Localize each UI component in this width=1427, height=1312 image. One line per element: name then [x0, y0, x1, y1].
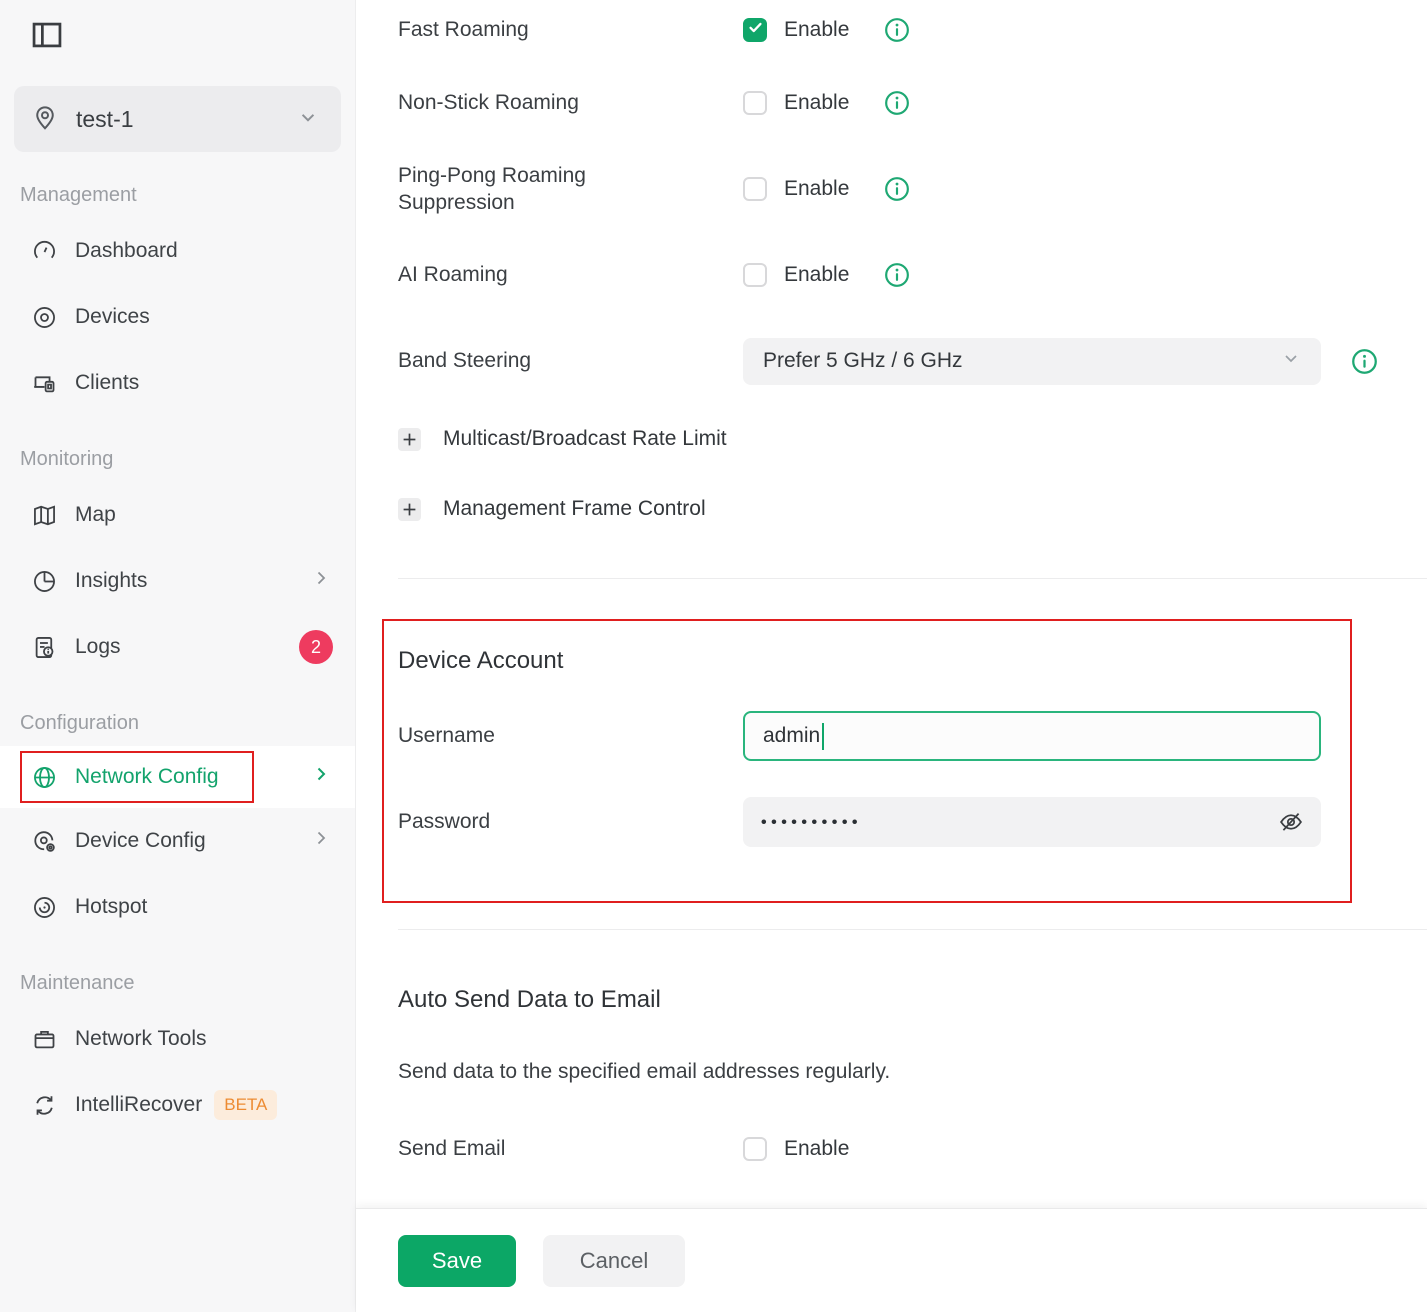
settings-form: Fast Roaming Enable Non-Stick Roaming En… — [356, 0, 1427, 1208]
info-icon[interactable] — [1351, 348, 1378, 375]
form-row-ping-pong-roaming: Ping-Pong Roaming Suppression Enable — [398, 146, 1427, 232]
send-email-label: Send Email — [398, 1135, 743, 1162]
fast-roaming-label: Fast Roaming — [398, 16, 743, 43]
form-row-ai-roaming: AI Roaming Enable — [398, 232, 1427, 318]
password-label: Password — [398, 808, 743, 835]
chevron-down-icon — [1279, 346, 1303, 376]
repeat-icon — [30, 1092, 58, 1119]
form-row-send-email: Send Email Enable — [398, 1106, 1427, 1192]
non-stick-roaming-checkbox[interactable] — [743, 91, 767, 115]
auto-send-description: Send data to the specified email address… — [398, 1060, 1427, 1084]
sidebar: test-1 Management Dashboard Devices Clie… — [0, 0, 356, 1312]
sidebar-item-intellirecover[interactable]: IntelliRecover BETA — [0, 1072, 355, 1138]
device-config-icon — [30, 828, 58, 855]
globe-icon — [30, 764, 58, 791]
divider — [398, 929, 1427, 930]
sidebar-item-map[interactable]: Map — [0, 482, 355, 548]
sidebar-item-network-tools[interactable]: Network Tools — [0, 1006, 355, 1072]
band-steering-select[interactable]: Prefer 5 GHz / 6 GHz — [743, 338, 1321, 385]
form-footer: Save Cancel — [356, 1208, 1427, 1312]
password-masked-value: •••••••••• — [761, 814, 862, 832]
red-annotation-device-account: Device Account Username admin Password •… — [382, 619, 1352, 903]
chevron-down-icon — [295, 104, 321, 135]
chevron-right-icon — [309, 826, 333, 856]
chevron-right-icon — [309, 566, 333, 596]
toolbox-icon — [30, 1026, 58, 1053]
info-icon[interactable] — [884, 262, 910, 288]
divider — [398, 578, 1427, 579]
fast-roaming-checkbox[interactable] — [743, 18, 767, 42]
location-pin-icon — [30, 102, 60, 137]
beta-badge: BETA — [214, 1090, 277, 1120]
sidebar-item-network-config[interactable]: Network Config — [0, 746, 355, 808]
form-row-password: Password •••••••••• — [398, 779, 1350, 865]
expander-multicast-rate-limit[interactable]: Multicast/Broadcast Rate Limit — [398, 404, 1427, 474]
device-account-title: Device Account — [398, 647, 1350, 675]
ai-roaming-label: AI Roaming — [398, 261, 743, 288]
site-selector[interactable]: test-1 — [14, 86, 341, 152]
enable-label: Enable — [784, 18, 884, 42]
clients-icon — [30, 370, 58, 397]
chevron-right-icon — [309, 762, 333, 792]
username-input[interactable]: admin — [743, 711, 1321, 761]
form-row-band-steering: Band Steering Prefer 5 GHz / 6 GHz — [398, 318, 1427, 404]
sidebar-toggle-icon[interactable] — [30, 37, 64, 54]
main-panel: Fast Roaming Enable Non-Stick Roaming En… — [356, 0, 1427, 1312]
auto-send-title: Auto Send Data to Email — [398, 986, 1427, 1014]
hotspot-icon — [30, 894, 58, 921]
non-stick-roaming-label: Non-Stick Roaming — [398, 89, 743, 116]
text-caret — [822, 723, 824, 750]
plus-icon[interactable] — [398, 428, 421, 451]
expander-label: Multicast/Broadcast Rate Limit — [443, 427, 727, 451]
map-icon — [30, 502, 58, 529]
logs-count-badge: 2 — [299, 630, 333, 664]
ai-roaming-checkbox[interactable] — [743, 263, 767, 287]
enable-label: Enable — [784, 263, 884, 287]
username-label: Username — [398, 722, 743, 749]
sidebar-item-clients[interactable]: Clients — [0, 350, 355, 416]
info-icon[interactable] — [884, 17, 910, 43]
ping-pong-roaming-checkbox[interactable] — [743, 177, 767, 201]
expander-management-frame-control[interactable]: Management Frame Control — [398, 474, 1427, 544]
send-email-checkbox[interactable] — [743, 1137, 767, 1161]
expander-label: Management Frame Control — [443, 497, 706, 521]
sidebar-item-device-config[interactable]: Device Config — [0, 808, 355, 874]
eye-off-icon[interactable] — [1277, 808, 1305, 836]
form-row-non-stick-roaming: Non-Stick Roaming Enable — [398, 60, 1427, 146]
enable-label: Enable — [784, 91, 884, 115]
form-row-username: Username admin — [398, 693, 1350, 779]
band-steering-label: Band Steering — [398, 347, 743, 374]
section-label-maintenance: Maintenance — [20, 966, 355, 1000]
sidebar-item-logs[interactable]: Logs 2 — [0, 614, 355, 680]
enable-label: Enable — [784, 1137, 884, 1161]
sidebar-item-devices[interactable]: Devices — [0, 284, 355, 350]
sidebar-item-hotspot[interactable]: Hotspot — [0, 874, 355, 940]
dashboard-icon — [30, 238, 58, 265]
devices-icon — [30, 304, 58, 331]
save-button[interactable]: Save — [398, 1235, 516, 1287]
username-value: admin — [763, 724, 820, 748]
site-name: test-1 — [76, 106, 134, 133]
logs-icon — [30, 634, 58, 661]
section-label-configuration: Configuration — [20, 706, 355, 740]
section-label-monitoring: Monitoring — [20, 442, 355, 476]
info-icon[interactable] — [884, 90, 910, 116]
ping-pong-roaming-label: Ping-Pong Roaming Suppression — [398, 162, 743, 217]
form-row-fast-roaming: Fast Roaming Enable — [398, 0, 1427, 60]
sidebar-item-insights[interactable]: Insights — [0, 548, 355, 614]
cancel-button[interactable]: Cancel — [543, 1235, 685, 1287]
band-steering-value: Prefer 5 GHz / 6 GHz — [763, 349, 963, 373]
sidebar-item-dashboard[interactable]: Dashboard — [0, 218, 355, 284]
enable-label: Enable — [784, 177, 884, 201]
check-icon — [747, 19, 764, 41]
section-label-management: Management — [20, 178, 355, 212]
info-icon[interactable] — [884, 176, 910, 202]
plus-icon[interactable] — [398, 498, 421, 521]
insights-pie-icon — [30, 568, 58, 595]
password-input[interactable]: •••••••••• — [743, 797, 1321, 847]
